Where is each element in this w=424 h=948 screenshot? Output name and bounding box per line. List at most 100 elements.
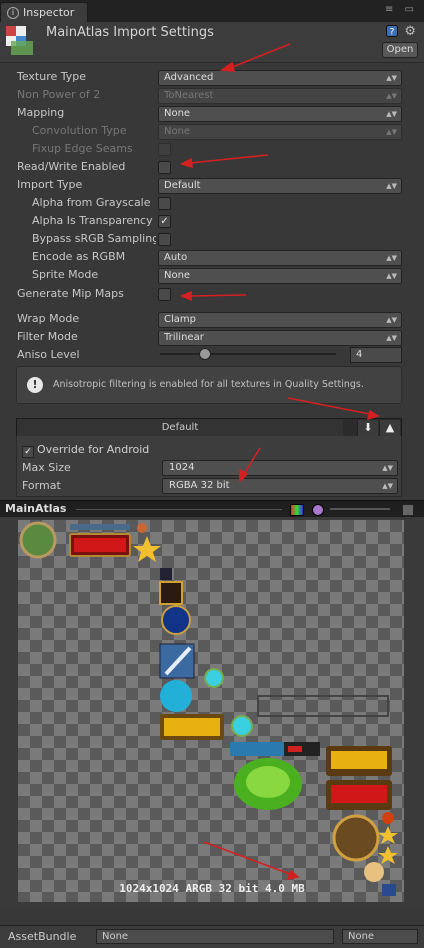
info-icon: i (7, 7, 19, 19)
read-write-checkbox[interactable] (158, 161, 171, 174)
atlas-texture (18, 520, 404, 902)
updown-icon: ▲▼ (386, 92, 397, 100)
help-icon[interactable]: ? (386, 25, 398, 40)
texture-icon (6, 26, 33, 55)
page-title: MainAtlas Import Settings (46, 25, 214, 40)
mipmaps-label: Generate Mip Maps (17, 287, 124, 300)
aniso-label: Aniso Level (17, 348, 80, 361)
resize-icon[interactable] (402, 504, 414, 516)
filter-mode-dropdown[interactable]: Trilinear ▲▼ (158, 330, 402, 346)
texture-type-value: Advanced (164, 72, 214, 83)
row-read-write: Read/Write Enabled (0, 158, 424, 176)
format-value: RGBA 32 bit (169, 480, 230, 491)
row-alpha-transparency: Alpha Is Transparency ✓ (0, 212, 424, 230)
max-size-value: 1024 (169, 462, 195, 473)
updown-icon: ▲▼ (386, 128, 397, 136)
open-button[interactable]: Open (382, 42, 418, 58)
override-android[interactable]: ✓ Override for Android (22, 443, 149, 458)
assetbundle-dropdown[interactable]: None (96, 929, 334, 944)
help-text: Anisotropic filtering is enabled for all… (53, 379, 364, 390)
row-wrap-mode: Wrap Mode Clamp ▲▼ (0, 310, 424, 328)
wrap-mode-value: Clamp (164, 314, 196, 325)
rgb-channel-icon[interactable] (290, 504, 304, 516)
non-power-value: ToNearest (164, 90, 214, 101)
texture-type-dropdown[interactable]: Advanced ▲▼ (158, 70, 402, 86)
import-type-value: Default (164, 180, 201, 191)
max-size-dropdown[interactable]: 1024 ▲▼ (162, 460, 398, 476)
read-write-label: Read/Write Enabled (17, 160, 126, 173)
preview-title: MainAtlas (5, 502, 67, 515)
gear-icon[interactable]: ⚙ (404, 24, 416, 39)
updown-icon: ▲▼ (382, 464, 393, 472)
encode-value: Auto (164, 252, 188, 263)
row-non-power: Non Power of 2 ToNearest ▲▼ (0, 86, 424, 104)
svg-text:?: ? (390, 28, 395, 38)
convolution-value: None (164, 126, 191, 137)
import-type-dropdown[interactable]: Default ▲▼ (158, 178, 402, 194)
fixup-checkbox[interactable] (158, 143, 171, 156)
row-sprite-mode: Sprite Mode None ▲▼ (0, 266, 424, 284)
android-icon[interactable]: ▲ (379, 420, 400, 436)
platform-tabs: Default ⬇ ▲ (16, 418, 402, 438)
updown-icon: ▲▼ (386, 254, 397, 262)
filter-mode-value: Trilinear (164, 332, 204, 343)
tab-inspector[interactable]: i Inspector (0, 2, 88, 23)
row-mapping: Mapping None ▲▼ (0, 104, 424, 122)
filter-mode-label: Filter Mode (17, 330, 78, 343)
preview-info: 1024x1024 ARGB 32 bit 4.0 MB (119, 882, 305, 895)
updown-icon: ▲▼ (386, 74, 397, 82)
help-box: ! Anisotropic filtering is enabled for a… (16, 366, 402, 404)
alpha-channel-icon[interactable] (312, 504, 324, 516)
encode-dropdown[interactable]: Auto ▲▼ (158, 250, 402, 266)
sprite-mode-dropdown[interactable]: None ▲▼ (158, 268, 402, 284)
override-label: Override for Android (37, 443, 150, 456)
tab-bar: i Inspector ≡ ▭ (0, 0, 424, 23)
aniso-slider-track[interactable] (160, 353, 336, 355)
window-controls[interactable]: ≡ ▭ (385, 4, 418, 15)
convolution-label: Convolution Type (32, 124, 127, 137)
non-power-label: Non Power of 2 (17, 88, 101, 101)
bypass-label: Bypass sRGB Sampling (32, 232, 156, 245)
assetbundle-label: AssetBundle (8, 930, 77, 943)
wrap-mode-dropdown[interactable]: Clamp ▲▼ (158, 312, 402, 328)
inspector-header: MainAtlas Import Settings ? ⚙ Open (0, 22, 424, 63)
row-filter-mode: Filter Mode Trilinear ▲▼ (0, 328, 424, 346)
row-encode: Encode as RGBM Auto ▲▼ (0, 248, 424, 266)
row-fixup: Fixup Edge Seams (0, 140, 424, 158)
preview-header: MainAtlas (0, 500, 424, 518)
encode-label: Encode as RGBM (32, 250, 126, 263)
tab-default[interactable]: Default (17, 419, 343, 437)
alpha-transparency-checkbox[interactable]: ✓ (158, 215, 171, 228)
alpha-gray-label: Alpha from Grayscale (32, 196, 151, 209)
updown-icon: ▲▼ (386, 110, 397, 118)
row-mipmaps: Generate Mip Maps (0, 285, 424, 303)
alpha-gray-checkbox[interactable] (158, 197, 171, 210)
mapping-dropdown[interactable]: None ▲▼ (158, 106, 402, 122)
format-label: Format (22, 479, 61, 492)
updown-icon: ▲▼ (386, 334, 397, 342)
row-texture-type: Texture Type Advanced ▲▼ (0, 68, 424, 86)
bypass-checkbox[interactable] (158, 233, 171, 246)
assetbundle-variant-dropdown[interactable]: None (342, 929, 418, 944)
tab-label: Inspector (23, 6, 75, 19)
mipmaps-checkbox[interactable] (158, 288, 171, 301)
sprite-mode-label: Sprite Mode (32, 268, 99, 281)
aniso-value-field[interactable]: 4 (350, 347, 402, 363)
override-checkbox[interactable]: ✓ (22, 446, 34, 458)
row-bypass: Bypass sRGB Sampling (0, 230, 424, 248)
mapping-value: None (164, 108, 191, 119)
non-power-dropdown[interactable]: ToNearest ▲▼ (158, 88, 402, 104)
mip-slider[interactable] (330, 508, 390, 510)
format-dropdown[interactable]: RGBA 32 bit ▲▼ (162, 478, 398, 494)
wrap-mode-label: Wrap Mode (17, 312, 80, 325)
sprite-mode-value: None (164, 270, 191, 281)
updown-icon: ▲▼ (382, 482, 393, 490)
fixup-label: Fixup Edge Seams (32, 142, 133, 155)
convolution-dropdown[interactable]: None ▲▼ (158, 124, 402, 140)
aniso-slider-knob[interactable] (199, 348, 211, 360)
mapping-label: Mapping (17, 106, 65, 119)
import-type-label: Import Type (17, 178, 83, 191)
row-convolution: Convolution Type None ▲▼ (0, 122, 424, 140)
download-icon[interactable]: ⬇ (357, 420, 378, 436)
assetbundle-bar: AssetBundle None None (0, 925, 424, 948)
